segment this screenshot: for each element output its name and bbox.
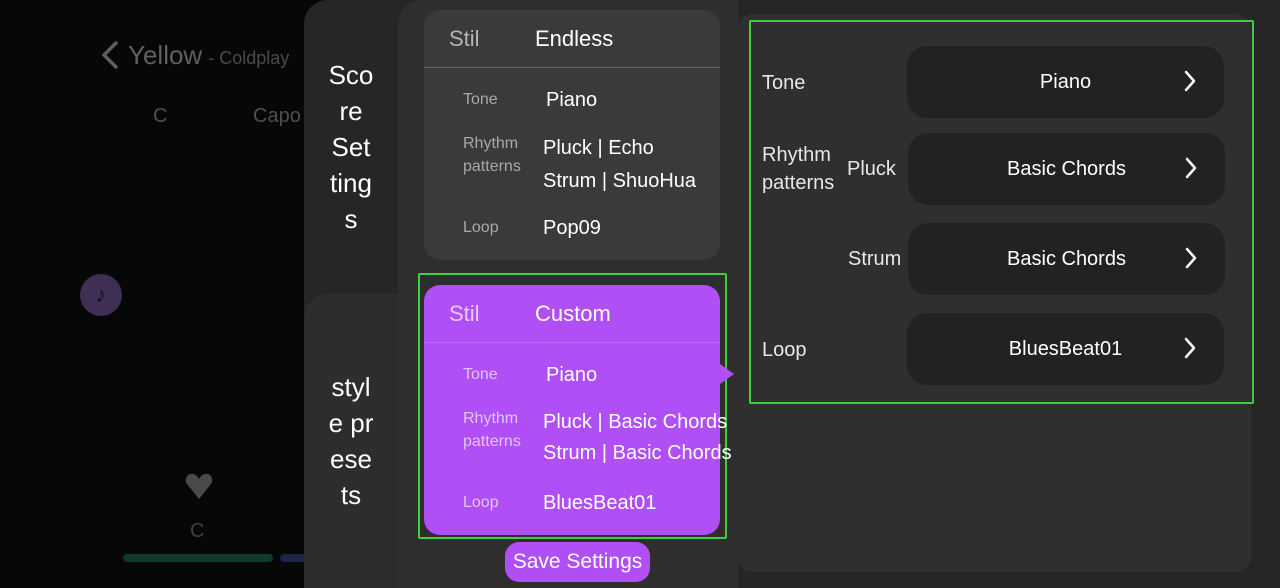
style-name: Custom bbox=[535, 300, 611, 326]
tone-label: Tone bbox=[463, 366, 498, 383]
preset-rhythm-row: Rhythm patterns Pluck | Basic Chords Str… bbox=[463, 407, 732, 469]
song-title-text: Yellow bbox=[128, 40, 203, 70]
preset-loop-row: Loop Pop09 bbox=[463, 214, 601, 242]
rhythm-values: Pluck | Echo Strum | ShuoHua bbox=[543, 132, 696, 198]
preset-loop-row: Loop BluesBeat01 bbox=[463, 489, 656, 517]
song-title: Yellow - Coldplay bbox=[128, 40, 289, 71]
rhythm-value: Pluck | Basic Chords bbox=[543, 411, 728, 433]
chevron-right-icon bbox=[1184, 70, 1196, 92]
preset-card-header: Stil Endless bbox=[424, 10, 720, 68]
loop-label: Loop bbox=[463, 494, 499, 511]
tone-value: Piano bbox=[546, 364, 598, 386]
loop-value: BluesBeat01 bbox=[543, 492, 657, 514]
preset-tone-row: Tone Piano bbox=[463, 361, 597, 389]
detail-rhythm-label: Rhythm patterns bbox=[762, 141, 834, 197]
progress-bar-segment bbox=[123, 554, 273, 562]
style-name: Endless bbox=[535, 25, 614, 51]
pluck-selector[interactable]: Basic Chords bbox=[908, 133, 1225, 205]
tab-score-settings-label: Score Settings bbox=[328, 60, 374, 234]
selection-pointer-icon bbox=[720, 364, 734, 384]
current-chord: C bbox=[190, 520, 205, 542]
tab-score-settings[interactable]: Score Settings bbox=[304, 0, 398, 294]
save-settings-button[interactable]: Save Settings bbox=[505, 542, 650, 582]
rhythm-value: Strum | ShuoHua bbox=[543, 170, 697, 192]
detail-pluck-label: Pluck bbox=[847, 158, 896, 180]
back-arrow-icon[interactable] bbox=[98, 40, 124, 70]
rhythm-label-line: Rhythm bbox=[463, 410, 519, 427]
rhythm-label-line: Rhythm bbox=[762, 144, 831, 166]
song-key: C bbox=[153, 105, 168, 127]
rhythm-label-line: patterns bbox=[762, 172, 835, 194]
style-key-label: Stil bbox=[449, 300, 480, 326]
chevron-right-icon bbox=[1184, 337, 1196, 359]
song-artist: - Coldplay bbox=[208, 48, 290, 68]
chevron-right-icon bbox=[1185, 247, 1197, 269]
capo-label: Capo bbox=[253, 105, 301, 127]
rhythm-label-line: patterns bbox=[463, 433, 521, 450]
loop-selector[interactable]: BluesBeat01 bbox=[907, 313, 1224, 385]
detail-loop-label: Loop bbox=[762, 339, 807, 361]
heart-icon bbox=[185, 473, 213, 499]
preset-tone-row: Tone Piano bbox=[463, 86, 597, 114]
pluck-selector-value: Basic Chords bbox=[1007, 157, 1126, 180]
style-key-label: Stil bbox=[449, 25, 480, 51]
tone-value: Piano bbox=[546, 89, 598, 111]
tone-selector-value: Piano bbox=[1039, 70, 1092, 93]
chevron-right-icon bbox=[1185, 157, 1197, 179]
preset-card-header: Stil Custom bbox=[424, 285, 720, 343]
loop-label: Loop bbox=[463, 219, 499, 236]
rhythm-label: Rhythm patterns bbox=[463, 132, 543, 198]
rhythm-value: Strum | Basic Chords bbox=[543, 442, 732, 464]
preset-rhythm-row: Rhythm patterns Pluck | Echo Strum | Shu… bbox=[463, 132, 696, 198]
preset-card-custom[interactable]: Stil Custom Tone Piano Rhythm patterns P… bbox=[424, 285, 732, 535]
strum-selector[interactable]: Basic Chords bbox=[908, 223, 1225, 295]
strum-selector-value: Basic Chords bbox=[1007, 247, 1126, 270]
tab-style-presets[interactable]: style presets bbox=[304, 294, 398, 588]
rhythm-label: Rhythm patterns bbox=[463, 407, 543, 469]
rhythm-label-line: Rhythm bbox=[463, 135, 519, 152]
loop-selector-value: BluesBeat01 bbox=[1008, 337, 1123, 360]
rhythm-value: Pluck | Echo bbox=[543, 137, 654, 159]
tab-style-presets-label: style presets bbox=[328, 372, 374, 510]
loop-value: Pop09 bbox=[543, 217, 601, 239]
tone-selector[interactable]: Piano bbox=[907, 46, 1224, 118]
rhythm-label-line: patterns bbox=[463, 158, 521, 175]
detail-strum-label: Strum bbox=[848, 248, 902, 270]
rhythm-values: Pluck | Basic Chords Strum | Basic Chord… bbox=[543, 407, 732, 469]
detail-tone-label: Tone bbox=[762, 72, 806, 94]
music-note-icon: ♪ bbox=[80, 274, 122, 316]
preset-card-endless[interactable]: Stil Endless Tone Piano Rhythm patterns … bbox=[424, 10, 720, 260]
tone-label: Tone bbox=[463, 91, 498, 108]
